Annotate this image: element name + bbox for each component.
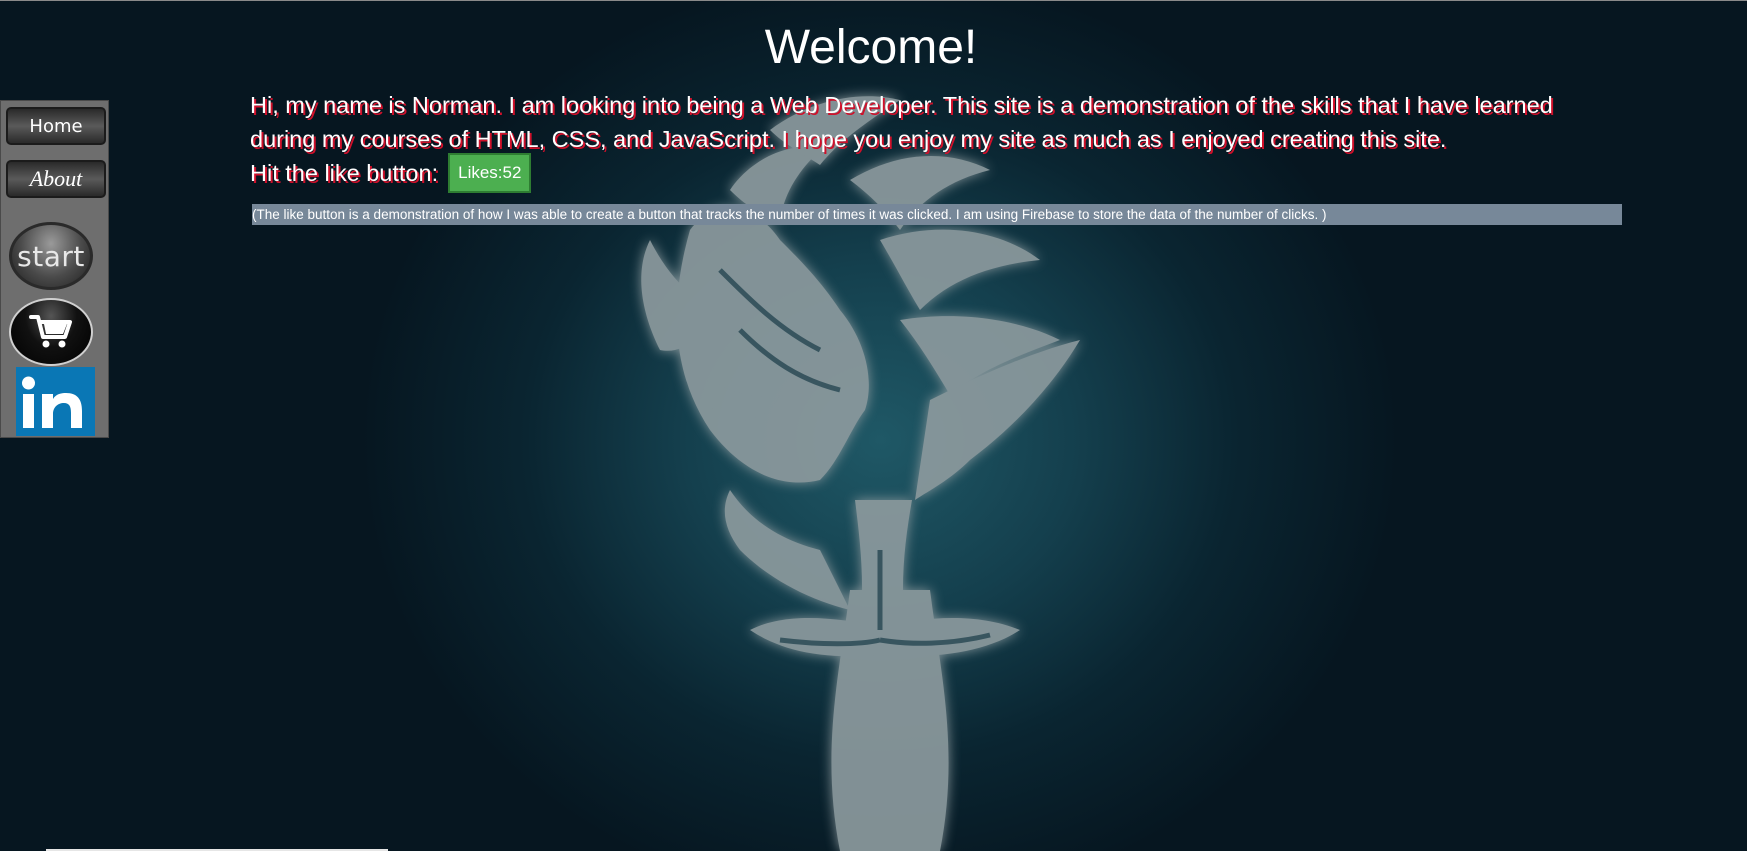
linkedin-icon bbox=[22, 376, 82, 428]
home-button[interactable]: Home bbox=[6, 107, 106, 145]
griever-lion-emblem-icon bbox=[641, 96, 1080, 851]
page-title: Welcome! bbox=[764, 21, 978, 74]
linkedin-button[interactable] bbox=[16, 367, 95, 436]
like-button-note: (The like button is a demonstration of h… bbox=[252, 204, 1622, 225]
like-prompt: Hit the like button: bbox=[250, 159, 439, 186]
cart-button[interactable] bbox=[9, 298, 93, 366]
intro-text: Hi, my name is Norman. I am looking into… bbox=[250, 92, 1553, 152]
like-button[interactable]: Likes:52 bbox=[448, 153, 532, 193]
sidebar-nav: Home About start bbox=[0, 100, 109, 438]
background-emblem bbox=[520, 70, 1240, 851]
window-top-border bbox=[0, 0, 1747, 1]
like-row: Hit the like button: Likes:52 bbox=[250, 152, 532, 194]
shopping-cart-icon bbox=[29, 315, 72, 348]
about-button[interactable]: About bbox=[6, 160, 106, 198]
start-button[interactable]: start bbox=[9, 222, 93, 290]
